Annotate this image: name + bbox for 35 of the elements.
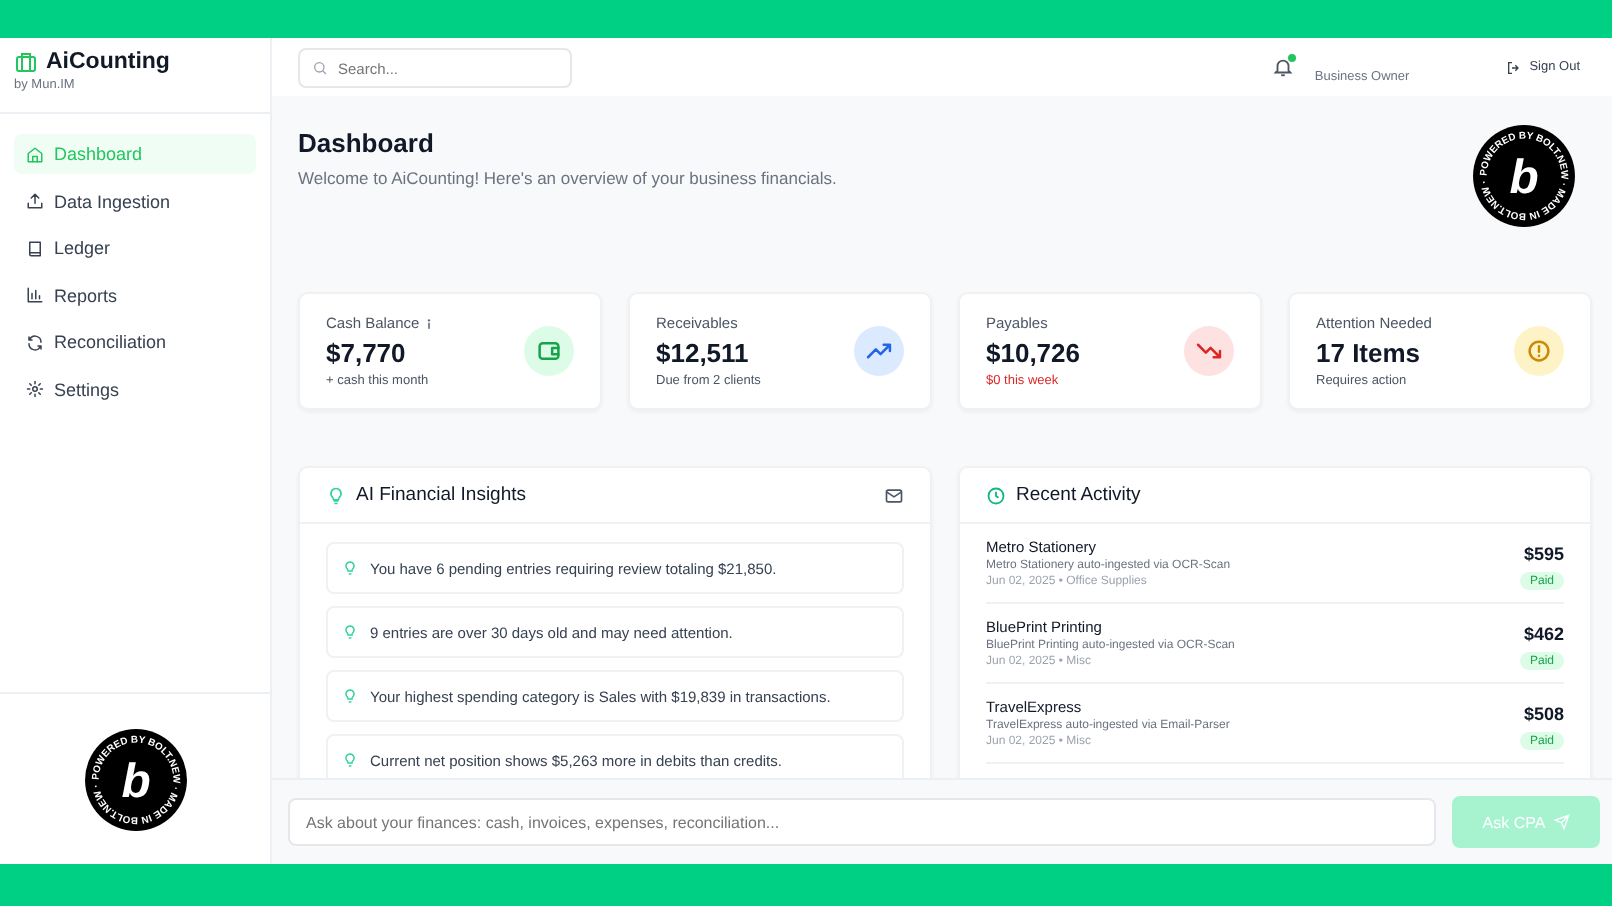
activity-amount: $462 (1523, 624, 1564, 644)
sign-out-icon (1505, 59, 1522, 75)
bar-chart-icon (26, 286, 44, 304)
notification-bell-icon[interactable] (1272, 56, 1295, 78)
lightbulb-icon (342, 560, 358, 576)
upload-icon (26, 192, 44, 210)
book-icon (26, 239, 44, 257)
sidebar-item[interactable]: Reports (14, 275, 256, 315)
sidebar-item[interactable]: Data Ingestion (14, 181, 256, 221)
lightbulb-icon (342, 752, 358, 768)
page-subtitle: Welcome to AiCounting! Here's an overview of your business financials. (298, 168, 837, 188)
sidebar-item[interactable]: Settings (14, 369, 256, 409)
lightbulb-icon (342, 624, 358, 640)
briefcase-icon (14, 50, 38, 74)
activity-amount: $595 (1523, 544, 1564, 564)
stat-value: $10,726 (986, 338, 1080, 368)
stat-value: $12,511 (656, 338, 751, 368)
stat-value: $7,770 (326, 338, 408, 368)
lightbulb-icon (326, 485, 346, 505)
settings-icon (26, 380, 44, 398)
panel-title: Recent Activity (1016, 484, 1141, 506)
clock-icon (986, 485, 1006, 505)
send-icon (1553, 814, 1570, 830)
refresh-icon (26, 333, 44, 351)
activity-amount: $508 (1523, 704, 1564, 724)
lightbulb-icon (342, 688, 358, 704)
app-title: AiCounting (46, 50, 170, 74)
stat-value: 17 Items (1316, 338, 1423, 368)
panel-title: AI Financial Insights (356, 484, 527, 506)
sidebar-item[interactable]: Ledger (14, 228, 256, 268)
page-title: Dashboard (298, 128, 436, 158)
search-icon (312, 59, 328, 75)
home-icon (26, 145, 44, 163)
mail-icon[interactable] (884, 485, 904, 505)
sidebar-item[interactable]: Reconciliation (14, 322, 256, 362)
